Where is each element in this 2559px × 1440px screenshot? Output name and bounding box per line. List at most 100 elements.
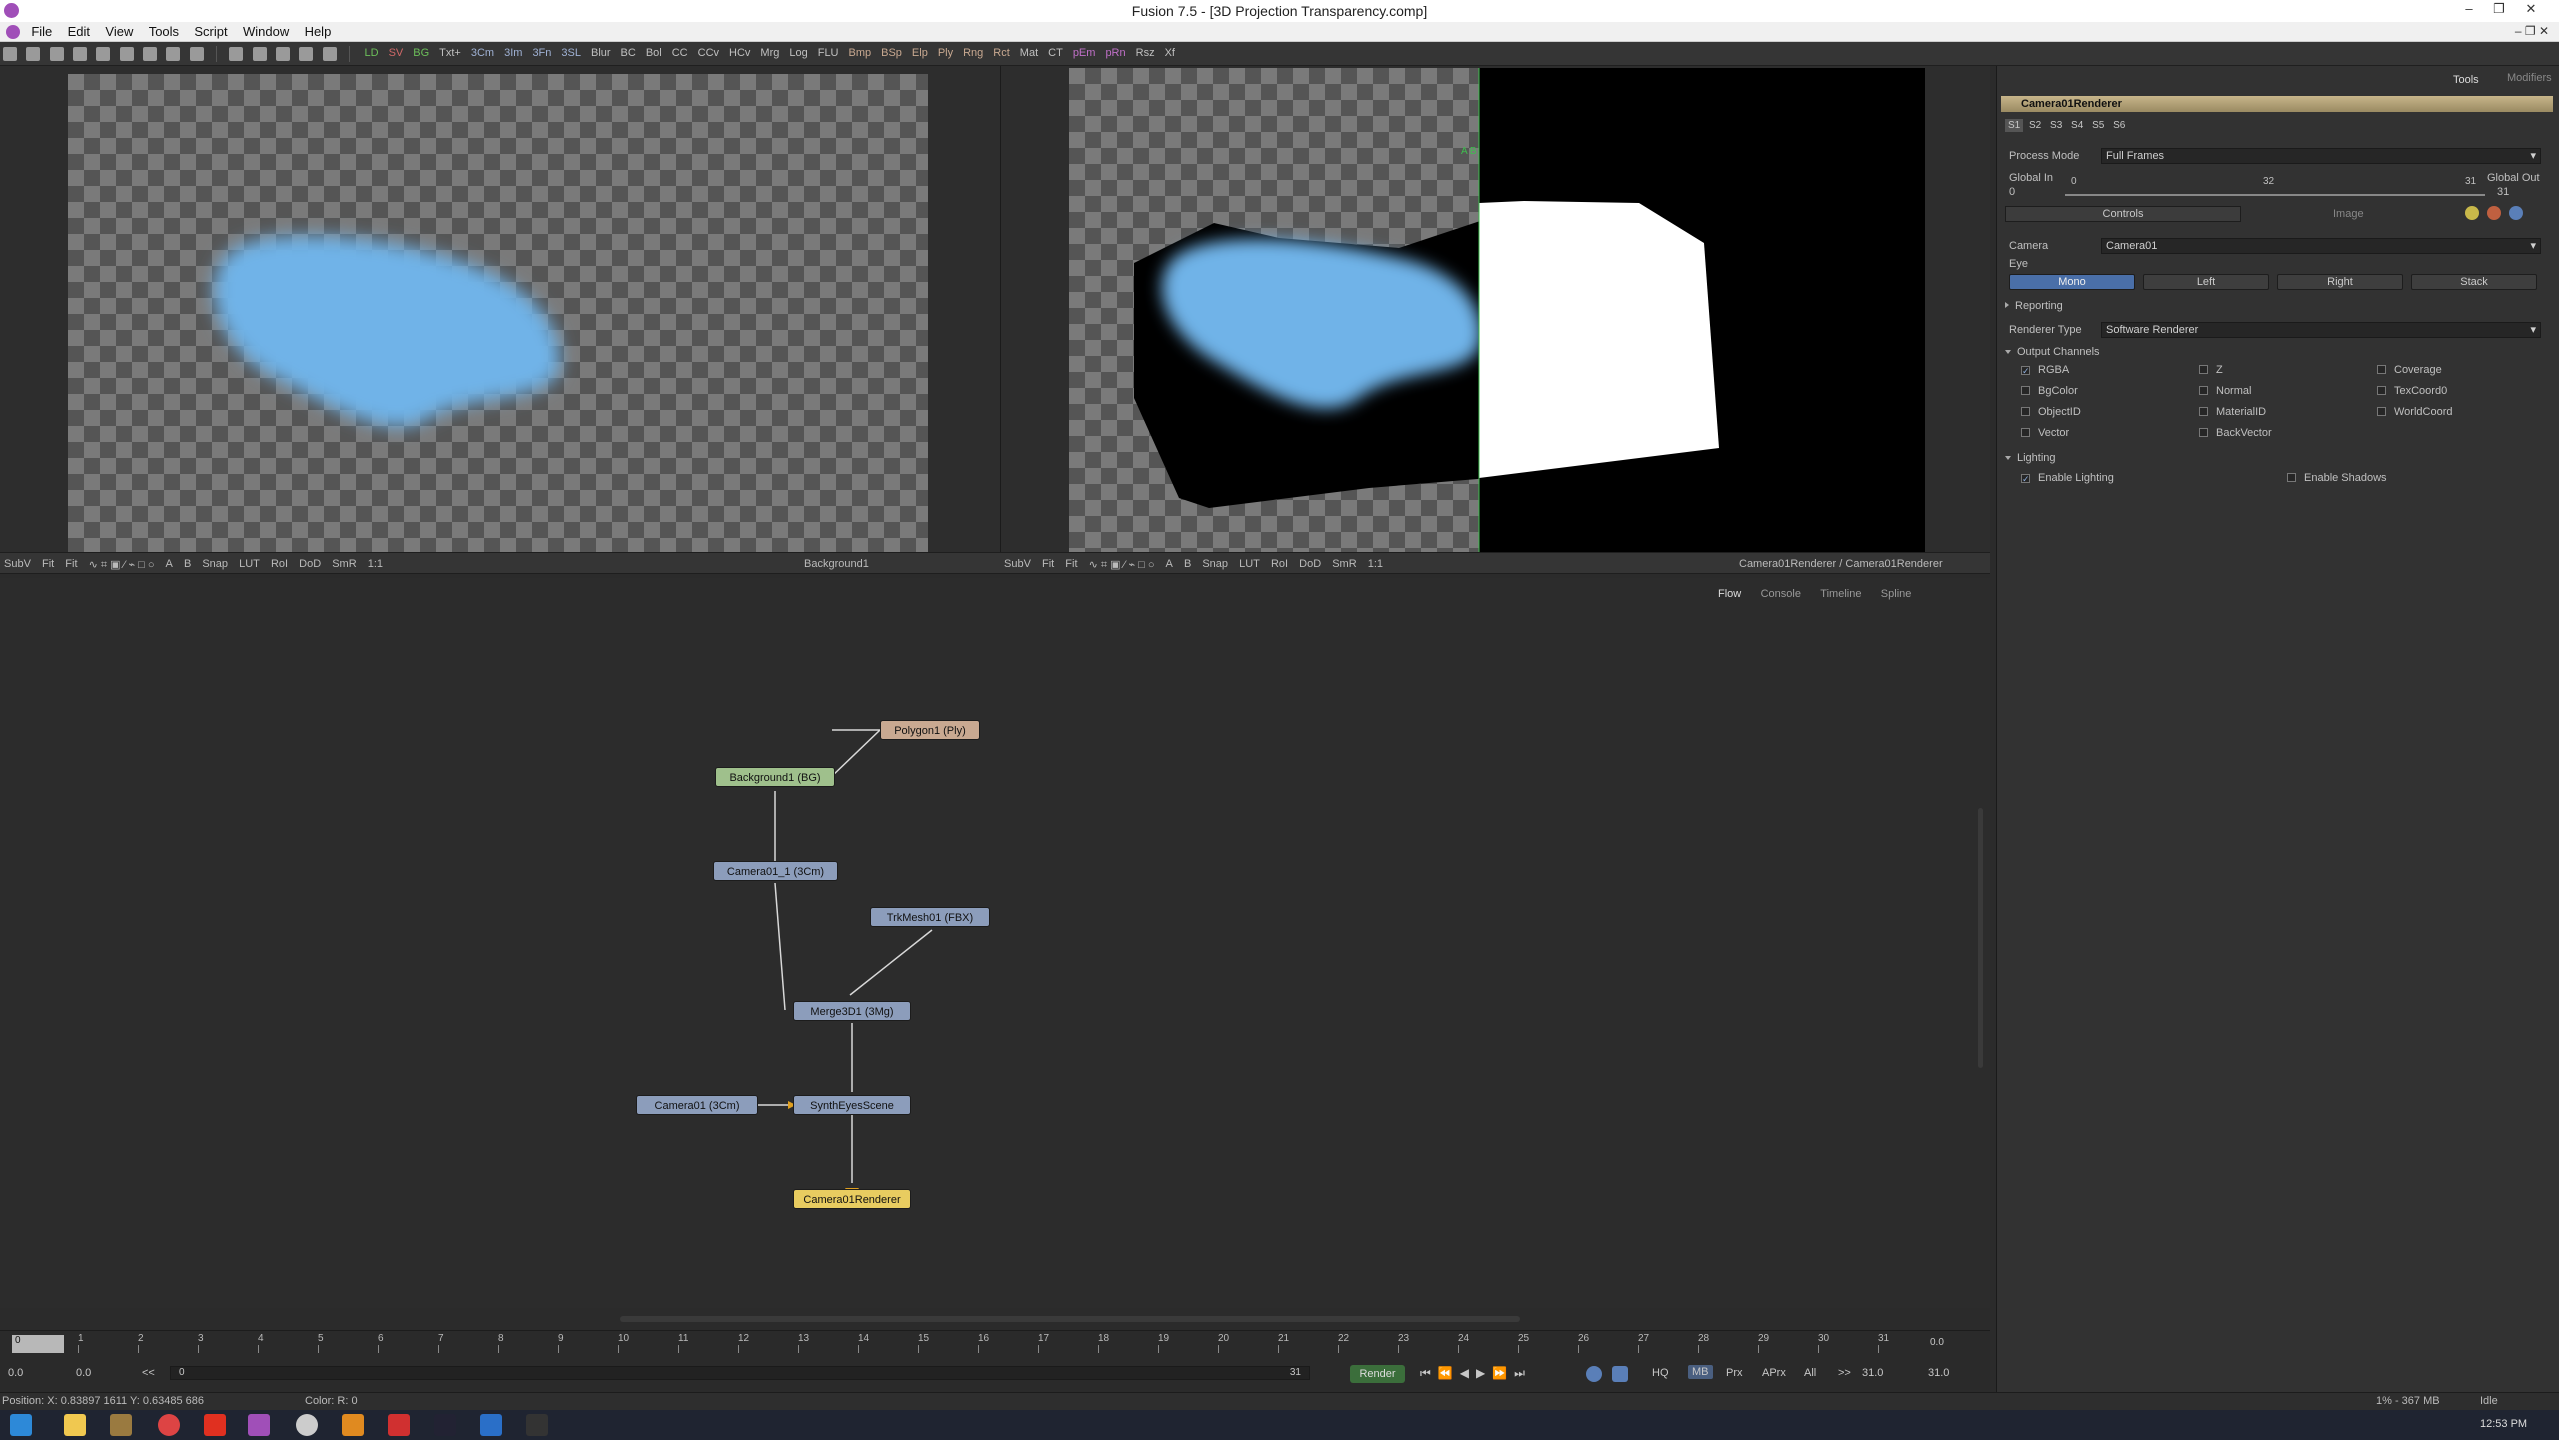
node-background1[interactable]: Background1 (BG) (715, 767, 835, 787)
flow-v-scrollbar[interactable] (1978, 808, 1983, 1068)
menu-script[interactable]: Script (188, 22, 233, 41)
global-in-value[interactable]: 0 (2009, 186, 2015, 198)
tool-button-bsp[interactable]: BSp (881, 47, 902, 59)
slot-s6[interactable]: S6 (2113, 120, 2125, 131)
tool-button-txt[interactable]: Txt+ (439, 47, 461, 59)
prx-button[interactable]: Prx (1726, 1367, 1743, 1379)
tool-button-3im[interactable]: 3Im (504, 47, 522, 59)
tool-button-rct[interactable]: Rct (993, 47, 1010, 59)
enable-lighting-checkbox[interactable]: ✓ Enable Lighting (2021, 472, 2114, 484)
global-end-field[interactable]: 31.0 (1928, 1367, 1949, 1379)
right-viewer[interactable]: A B (1000, 66, 1990, 552)
subtab-image[interactable]: Image (2333, 208, 2364, 220)
tool-button-prn[interactable]: pRn (1105, 47, 1125, 59)
range-slider[interactable]: 0 31 (170, 1366, 1310, 1380)
left-1to1-button[interactable]: 1:1 (368, 558, 383, 570)
right-tools-icons[interactable]: ∿ ⌗ ▣ ⁄ ⌁ □ ○ (1089, 558, 1155, 572)
render-end-field[interactable]: 31.0 (1862, 1367, 1883, 1379)
left-fit-button[interactable]: Fit (42, 558, 54, 570)
undo-icon[interactable] (143, 47, 158, 61)
node-camera01-1[interactable]: Camera01_1 (3Cm) (713, 861, 838, 881)
camera-select[interactable]: Camera01 ▾ (2101, 238, 2541, 254)
fusion-task-icon[interactable] (248, 1414, 270, 1436)
minimize-button[interactable]: – (2454, 1, 2484, 16)
slot-s2[interactable]: S2 (2029, 120, 2041, 131)
layout-icon-3[interactable] (276, 47, 291, 61)
eye-mono-button[interactable]: Mono (2009, 274, 2135, 290)
left-a-icon[interactable]: A (166, 558, 173, 570)
output-channels-section[interactable]: Output Channels (2005, 346, 2100, 358)
fusion-menu-icon[interactable] (6, 25, 20, 39)
app-icon-9[interactable] (434, 1414, 456, 1436)
menu-edit[interactable]: Edit (62, 22, 96, 41)
tab-tools[interactable]: Tools (2453, 74, 2479, 86)
left-tools-icons[interactable]: ∿ ⌗ ▣ ⁄ ⌁ □ ○ (89, 558, 155, 572)
channel-bgcolor-checkbox[interactable]: BgColor (2021, 385, 2078, 397)
jump-forward-button[interactable]: >> (1838, 1367, 1851, 1379)
render-start-field[interactable]: 0.0 (8, 1367, 23, 1379)
clock[interactable]: 12:53 PM (2480, 1418, 2527, 1430)
renderer-type-select[interactable]: Software Renderer ▾ (2101, 322, 2541, 338)
slot-s3[interactable]: S3 (2050, 120, 2062, 131)
left-roi-button[interactable]: RoI (271, 558, 288, 570)
loop-icon[interactable] (1586, 1366, 1602, 1382)
paste-icon[interactable] (119, 47, 134, 61)
eye-left-button[interactable]: Left (2143, 274, 2269, 290)
tool-button-ccv[interactable]: CCv (698, 47, 719, 59)
layout-icon-4[interactable] (299, 47, 314, 61)
tool-button-log[interactable]: Log (789, 47, 807, 59)
tool-button-3sl[interactable]: 3SL (561, 47, 581, 59)
word-icon[interactable] (480, 1414, 502, 1436)
render-button[interactable]: Render (1350, 1365, 1405, 1383)
copy-icon[interactable] (96, 47, 111, 61)
right-roi-button[interactable]: RoI (1271, 558, 1288, 570)
left-smr-button[interactable]: SmR (332, 558, 356, 570)
tool-button-mrg[interactable]: Mrg (760, 47, 779, 59)
channel-objectid-checkbox[interactable]: ObjectID (2021, 406, 2081, 418)
tool-button-3fn[interactable]: 3Fn (532, 47, 551, 59)
menu-view[interactable]: View (99, 22, 139, 41)
app-icon-8[interactable] (388, 1414, 410, 1436)
menu-tools[interactable]: Tools (143, 22, 185, 41)
right-subv-button[interactable]: SubV (1004, 558, 1031, 570)
start-icon[interactable] (10, 1414, 32, 1436)
app-icon-11[interactable] (526, 1414, 548, 1436)
radiation-icon[interactable] (2465, 206, 2479, 220)
tool-button-xf[interactable]: Xf (1165, 47, 1175, 59)
channel-texcoord0-checkbox[interactable]: TexCoord0 (2377, 385, 2447, 397)
right-snap-button[interactable]: Snap (1202, 558, 1228, 570)
right-fit2-button[interactable]: Fit (1065, 558, 1077, 570)
ab-split-label[interactable]: A B (1461, 146, 1477, 157)
subtab-controls[interactable]: Controls (2005, 206, 2241, 222)
info-icon[interactable] (2509, 206, 2523, 220)
app-icon-7[interactable] (342, 1414, 364, 1436)
layout-icon-2[interactable] (252, 47, 267, 61)
menu-help[interactable]: Help (299, 22, 338, 41)
left-viewer[interactable] (0, 66, 1000, 552)
right-fit-button[interactable]: Fit (1042, 558, 1054, 570)
tool-button-bg[interactable]: BG (413, 47, 429, 59)
right-dod-button[interactable]: DoD (1299, 558, 1321, 570)
time-ruler[interactable]: 1 2 3 4 5 6 7 8 9 10 11 12 13 14 15 16 17 18 19 20 21 22 23 24 2… (0, 1331, 1990, 1357)
jump-back-button[interactable]: << (142, 1367, 155, 1379)
tool-button-bc[interactable]: BC (621, 47, 636, 59)
timeline[interactable]: 0 1 2 3 4 5 6 7 8 9 10 11 12 13 14 15 16 17 18 19 20 21 22 23 2… (0, 1330, 1990, 1390)
process-mode-select[interactable]: Full Frames ▾ (2101, 148, 2541, 164)
playback-controls[interactable]: ⏮⏪◀▶⏩⏭ (1420, 1366, 1532, 1381)
new-icon[interactable] (3, 47, 17, 61)
global-range-slider[interactable] (2065, 194, 2485, 196)
app-icon-4[interactable] (204, 1414, 226, 1436)
layout-icon-1[interactable] (229, 47, 244, 61)
tool-button-cc[interactable]: CC (672, 47, 688, 59)
node-camera01renderer[interactable]: Camera01Renderer (793, 1189, 911, 1209)
menu-window[interactable]: Window (237, 22, 295, 41)
global-start-field[interactable]: 0.0 (76, 1367, 91, 1379)
channel-coverage-checkbox[interactable]: Coverage (2377, 364, 2442, 376)
node-merge3d1[interactable]: Merge3D1 (3Mg) (793, 1001, 911, 1021)
reporting-section[interactable]: Reporting (2005, 300, 2063, 312)
slot-s1[interactable]: S1 (2005, 119, 2024, 132)
node-polygon1[interactable]: Polygon1 (Ply) (880, 720, 980, 740)
tool-button-bmp[interactable]: Bmp (849, 47, 872, 59)
slot-s5[interactable]: S5 (2092, 120, 2104, 131)
channel-worldcoord-checkbox[interactable]: WorldCoord (2377, 406, 2453, 418)
